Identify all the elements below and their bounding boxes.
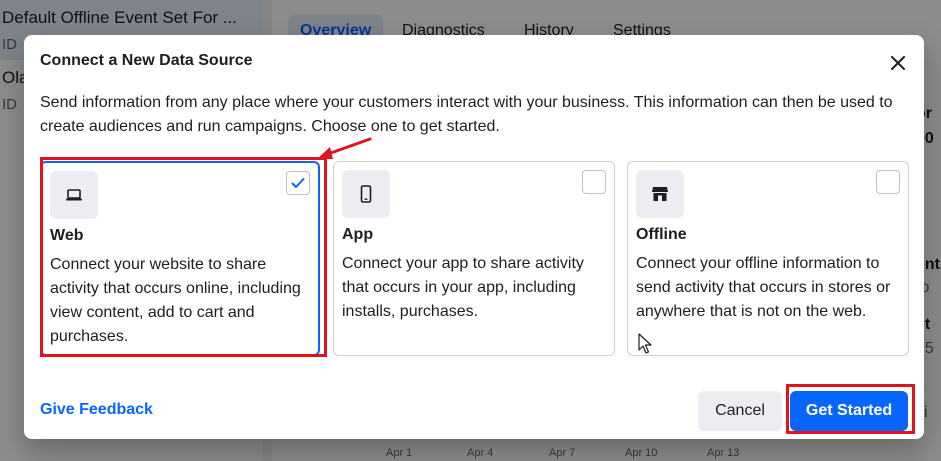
offline-checkbox[interactable] [876,170,900,194]
card-description: Connect your website to share activity t… [50,256,301,345]
card-description: Connect your app to share activity that … [342,255,584,320]
close-button[interactable] [884,49,912,77]
card-title: Offline [636,226,687,243]
give-feedback-link[interactable]: Give Feedback [40,401,153,419]
web-checkbox[interactable] [286,171,310,195]
card-title: Web [50,227,84,244]
source-card-web[interactable]: Web Connect your website to share activi… [40,161,320,356]
get-started-button[interactable]: Get Started [790,391,908,431]
source-card-offline[interactable]: Offline Connect your offline information… [627,161,909,356]
phone-icon [360,185,372,203]
card-title: App [342,226,374,243]
card-icon-container [342,170,390,218]
connect-data-source-dialog: Connect a New Data Source Send informati… [24,35,924,439]
dialog-title: Connect a New Data Source [40,52,253,69]
card-icon-container [636,170,684,218]
cancel-button[interactable]: Cancel [698,391,782,431]
app-checkbox[interactable] [582,170,606,194]
source-card-app[interactable]: App Connect your app to share activity t… [333,161,615,356]
checkmark-icon [291,178,305,188]
close-icon [891,56,905,70]
dialog-description: Send information from any place where yo… [40,94,893,135]
store-icon [652,187,668,201]
card-description: Connect your offline information to send… [636,255,891,320]
card-icon-container [50,171,98,219]
laptop-icon [66,189,82,201]
